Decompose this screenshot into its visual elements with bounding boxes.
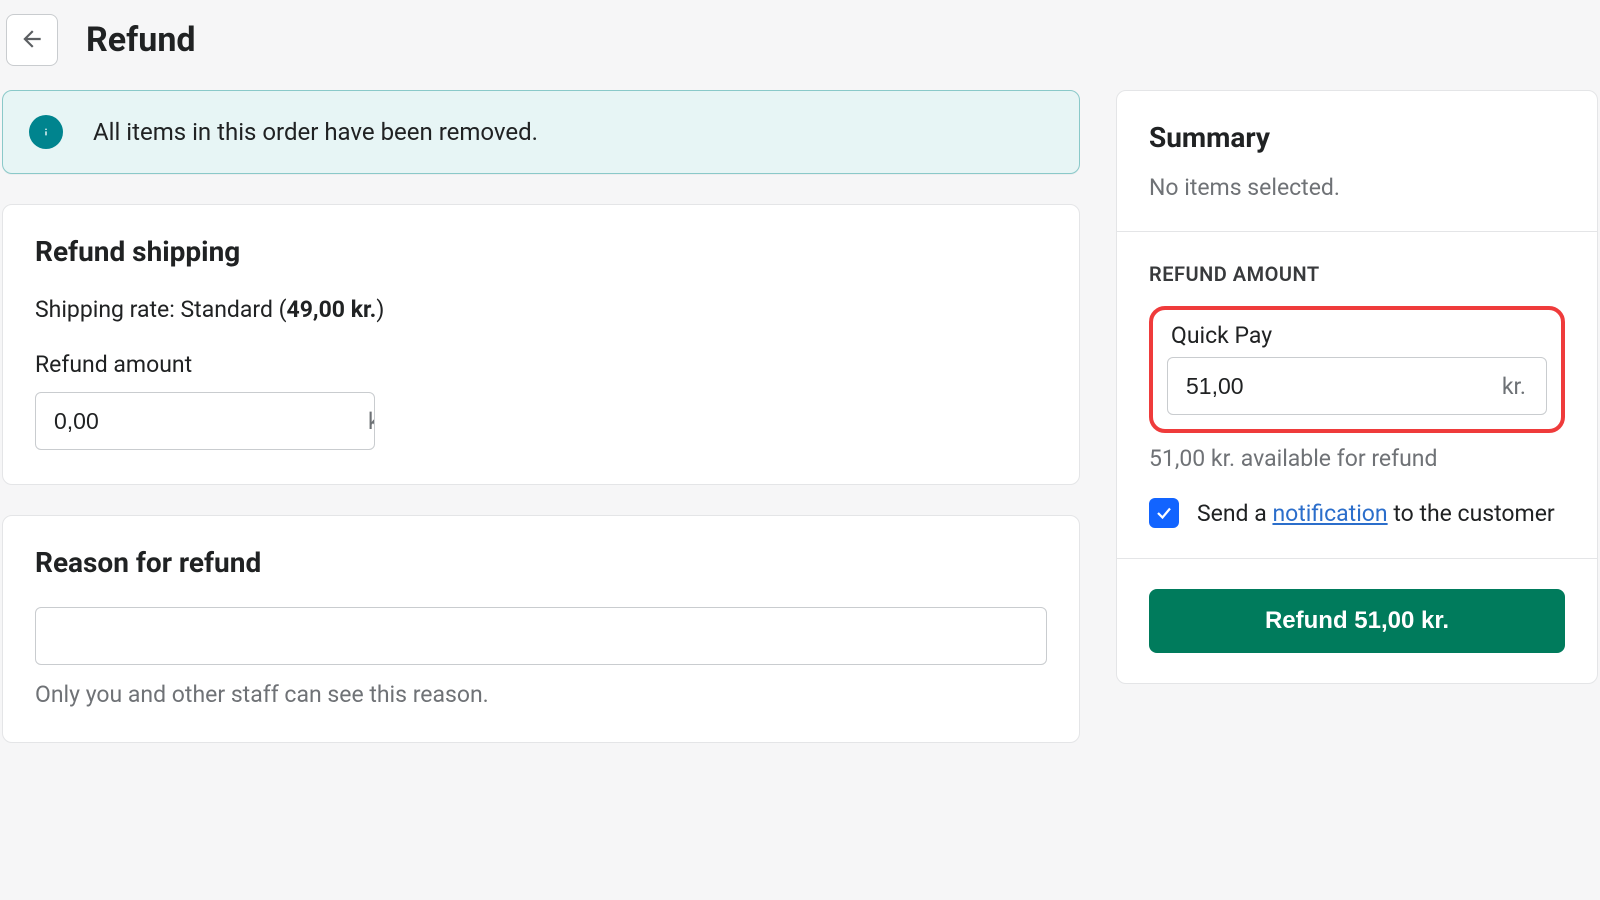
currency-suffix: kr. [368, 408, 375, 435]
shipping-refund-amount-input[interactable] [36, 393, 368, 449]
page-title: Refund [86, 20, 196, 60]
arrow-left-icon [19, 26, 45, 55]
summary-empty-text: No items selected. [1149, 174, 1565, 201]
summary-title: Summary [1149, 121, 1565, 154]
shipping-rate-line: Shipping rate: Standard (49,00 kr.) [35, 296, 1047, 323]
refund-amount-field[interactable]: kr. [1167, 357, 1547, 415]
currency-suffix: kr. [1502, 373, 1546, 400]
reason-input[interactable] [35, 607, 1047, 665]
refund-button[interactable]: Refund 51,00 kr. [1149, 589, 1565, 653]
notify-customer-label: Send a notification to the customer [1197, 500, 1555, 527]
info-banner: All items in this order have been remove… [2, 90, 1080, 174]
refund-amount-input[interactable] [1168, 358, 1502, 414]
reason-card: Reason for refund Only you and other sta… [2, 515, 1080, 743]
reason-help-text: Only you and other staff can see this re… [35, 681, 1047, 708]
refund-shipping-title: Refund shipping [35, 235, 1047, 268]
banner-message: All items in this order have been remove… [93, 118, 538, 146]
refund-amount-highlight: Quick Pay kr. [1149, 306, 1565, 433]
available-for-refund-text: 51,00 kr. available for refund [1149, 445, 1565, 472]
refund-shipping-card: Refund shipping Shipping rate: Standard … [2, 204, 1080, 485]
payment-method-label: Quick Pay [1167, 322, 1547, 349]
shipping-refund-amount-field[interactable]: kr. [35, 392, 375, 450]
notification-link[interactable]: notification [1272, 500, 1387, 527]
reason-title: Reason for refund [35, 546, 1047, 579]
info-icon [29, 115, 63, 149]
refund-amount-heading: REFUND AMOUNT [1149, 262, 1565, 286]
notify-customer-checkbox[interactable] [1149, 498, 1179, 528]
back-button[interactable] [6, 14, 58, 66]
summary-card: Summary No items selected. REFUND AMOUNT… [1116, 90, 1598, 684]
shipping-refund-amount-label: Refund amount [35, 351, 1047, 378]
